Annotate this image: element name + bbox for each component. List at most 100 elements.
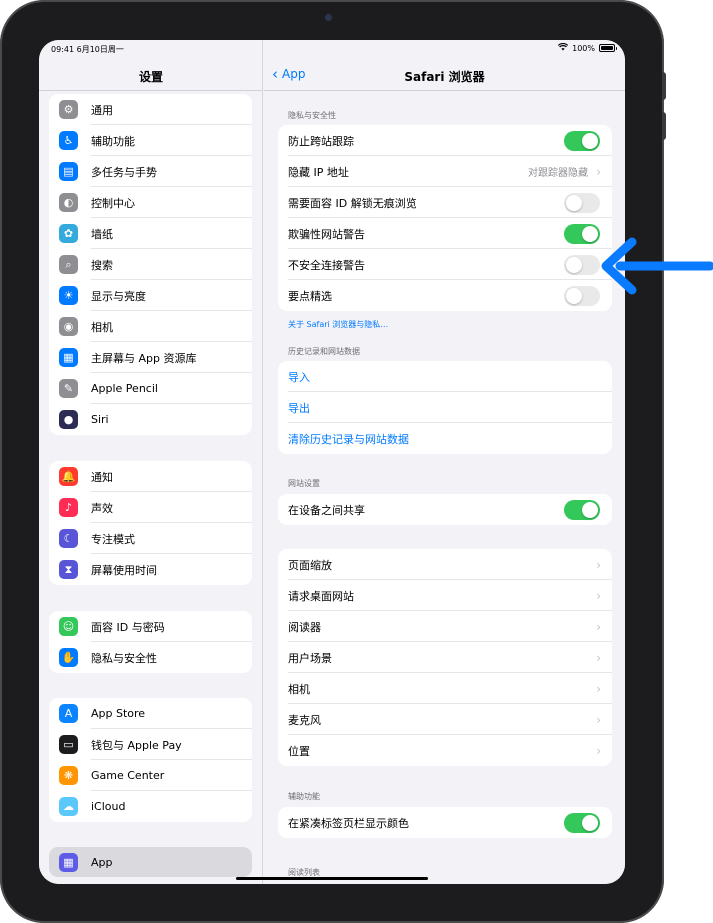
sidebar-item[interactable]: ☁ iCloud [49, 791, 252, 822]
row-label: 在紧凑标签页栏显示颜色 [288, 816, 409, 830]
accessibility-card: 在紧凑标签页栏显示颜色 [278, 807, 612, 838]
icloud-icon: ☁ [59, 797, 78, 816]
sidebar-item-label: 屏幕使用时间 [91, 563, 157, 577]
toggle-knob [566, 257, 582, 273]
settings-row[interactable]: 需要面容 ID 解锁无痕浏览 [278, 187, 612, 218]
battery-percent: 100% [572, 43, 595, 53]
screen: 设置 ⚙ 通用 ♿ 辅助功能 ▤ 多任务与手势 ◐ 控制中心 ✿ 墙纸 ⌕ 搜索 ☀ 显示与亮度 ◉ 相机 ▦ 主… [39, 40, 625, 884]
sidebar-item-label: 搜索 [91, 258, 113, 272]
sidebar-item[interactable]: ⚙ 通用 [49, 94, 252, 125]
share-across-devices-row[interactable]: 在设备之间共享 [278, 494, 612, 525]
gear-icon: ⚙ [59, 100, 78, 119]
sidebar-item[interactable]: ✋ 隐私与安全性 [49, 642, 252, 673]
sidebar-item[interactable]: ♪ 声效 [49, 492, 252, 523]
sidebar-item[interactable]: ✿ 墙纸 [49, 218, 252, 249]
toggle-switch[interactable] [564, 224, 600, 244]
toggle-switch[interactable] [564, 255, 600, 275]
website-setting-row[interactable]: 位置 › [278, 735, 612, 766]
toggle-switch[interactable] [564, 193, 600, 213]
settings-row[interactable]: 要点精选 [278, 280, 612, 311]
website-setting-row[interactable]: 页面缩放 › [278, 549, 612, 580]
sidebar-group-services: A App Store ▭ 钱包与 Apple Pay ❋ Game Center ☁ iCl… [49, 698, 252, 822]
game-center-icon: ❋ [59, 766, 78, 785]
website-setting-row[interactable]: 相机 › [278, 673, 612, 704]
settings-row[interactable]: 隐藏 IP 地址 对跟踪器隐藏 › [278, 156, 612, 187]
sidebar-item[interactable]: ◉ 相机 [49, 311, 252, 342]
sidebar-item-label: 钱包与 Apple Pay [91, 738, 182, 752]
sidebar-item[interactable]: ✎ Apple Pencil [49, 373, 252, 404]
row-label: 防止跨站跟踪 [288, 134, 354, 148]
toggle-switch[interactable] [564, 286, 600, 306]
siri-icon: ● [59, 410, 78, 429]
history-card: 导入导出 清除历史记录与网站数据 [278, 361, 612, 454]
sidebar-item[interactable]: ◐ 控制中心 [49, 187, 252, 218]
sidebar-item[interactable]: A App Store [49, 698, 252, 729]
chevron-right-icon: › [596, 743, 601, 758]
sidebar-item[interactable]: ⌕ 搜索 [49, 249, 252, 280]
toggle-switch[interactable] [564, 131, 600, 151]
history-action-row[interactable]: 导入 [278, 361, 612, 392]
sidebar-group-notifications: 🔔 通知 ♪ 声效 ☾ 专注模式 ⧗ 屏幕使用时间 [49, 461, 252, 585]
action-link: 导入 [288, 370, 310, 384]
control-center-icon: ◐ [59, 193, 78, 212]
sidebar-item[interactable]: ● Siri [49, 404, 252, 435]
focus-icon: ☾ [59, 529, 78, 548]
sidebar-item[interactable]: ☀ 显示与亮度 [49, 280, 252, 311]
chevron-right-icon: › [596, 588, 601, 603]
sidebar-item-apps[interactable]: ▦ App [49, 847, 252, 877]
sidebar-item-label: 多任务与手势 [91, 165, 157, 179]
website-setting-row[interactable]: 用户场景 › [278, 642, 612, 673]
website-setting-row[interactable]: 请求桌面网站 › [278, 580, 612, 611]
wallet-icon: ▭ [59, 735, 78, 754]
sidebar-group-general: ⚙ 通用 ♿ 辅助功能 ▤ 多任务与手势 ◐ 控制中心 ✿ 墙纸 ⌕ 搜索 ☀ 显示与亮度 ◉ 相机 ▦ 主屏幕与… [49, 94, 252, 435]
row-label: 阅读器 [288, 620, 321, 634]
sidebar-item[interactable]: ⧗ 屏幕使用时间 [49, 554, 252, 585]
pencil-icon: ✎ [59, 379, 78, 398]
wifi-icon [558, 42, 569, 53]
nav-divider [264, 90, 625, 91]
toggle-knob [566, 195, 582, 211]
settings-sidebar: 设置 ⚙ 通用 ♿ 辅助功能 ▤ 多任务与手势 ◐ 控制中心 ✿ 墙纸 ⌕ 搜索 ☀ 显示与亮度 ◉ 相机 ▦ 主… [39, 40, 263, 884]
screen-time-icon: ⧗ [59, 560, 78, 579]
wallpaper-icon: ✿ [59, 224, 78, 243]
multitasking-icon: ▤ [59, 162, 78, 181]
sidebar-item[interactable]: ▤ 多任务与手势 [49, 156, 252, 187]
sidebar-item[interactable]: ♿ 辅助功能 [49, 125, 252, 156]
sidebar-item[interactable]: ❋ Game Center [49, 760, 252, 791]
toggle-switch[interactable] [564, 500, 600, 520]
sidebar-item-label: 通用 [91, 103, 113, 117]
settings-row[interactable]: 不安全连接警告 [278, 249, 612, 280]
sidebar-item[interactable]: ☺ 面容 ID 与密码 [49, 611, 252, 642]
history-action-row[interactable]: 清除历史记录与网站数据 [278, 423, 612, 454]
sidebar-item[interactable]: ▦ 主屏幕与 App 资源库 [49, 342, 252, 373]
section-header-history: 历史记录和网站数据 [288, 347, 360, 356]
face-id-icon: ☺ [59, 617, 78, 636]
sidebar-item[interactable]: ☾ 专注模式 [49, 523, 252, 554]
toggle-switch[interactable] [564, 813, 600, 833]
sidebar-item[interactable]: 🔔 通知 [49, 461, 252, 492]
top-button [662, 72, 666, 100]
sidebar-item-label: App [91, 855, 113, 869]
section-header-websites: 网站设置 [288, 479, 320, 488]
callout-arrow-icon [601, 237, 713, 295]
home-indicator[interactable] [236, 877, 428, 880]
settings-row[interactable]: 防止跨站跟踪 [278, 125, 612, 156]
row-label: 需要面容 ID 解锁无痕浏览 [288, 196, 417, 210]
sidebar-item-label: Apple Pencil [91, 382, 158, 395]
row-label: 请求桌面网站 [288, 589, 354, 603]
sidebar-item-label: 专注模式 [91, 532, 135, 546]
sidebar-item-label: App Store [91, 707, 146, 720]
sidebar-item-label: 相机 [91, 320, 113, 334]
settings-row[interactable]: 欺骗性网站警告 [278, 218, 612, 249]
privacy-info-link[interactable]: 关于 Safari 浏览器与隐私… [288, 319, 388, 330]
website-setting-row[interactable]: 阅读器 › [278, 611, 612, 642]
home-screen-icon: ▦ [59, 348, 78, 367]
row-label: 不安全连接警告 [288, 258, 365, 272]
tab-bar-color-row[interactable]: 在紧凑标签页栏显示颜色 [278, 807, 612, 838]
history-action-row[interactable]: 导出 [278, 392, 612, 423]
website-setting-row[interactable]: 麦克风 › [278, 704, 612, 735]
status-right: 100% [558, 42, 617, 53]
sidebar-item[interactable]: ▭ 钱包与 Apple Pay [49, 729, 252, 760]
sidebar-item-label: 主屏幕与 App 资源库 [91, 351, 197, 365]
privacy-hand-icon: ✋ [59, 648, 78, 667]
